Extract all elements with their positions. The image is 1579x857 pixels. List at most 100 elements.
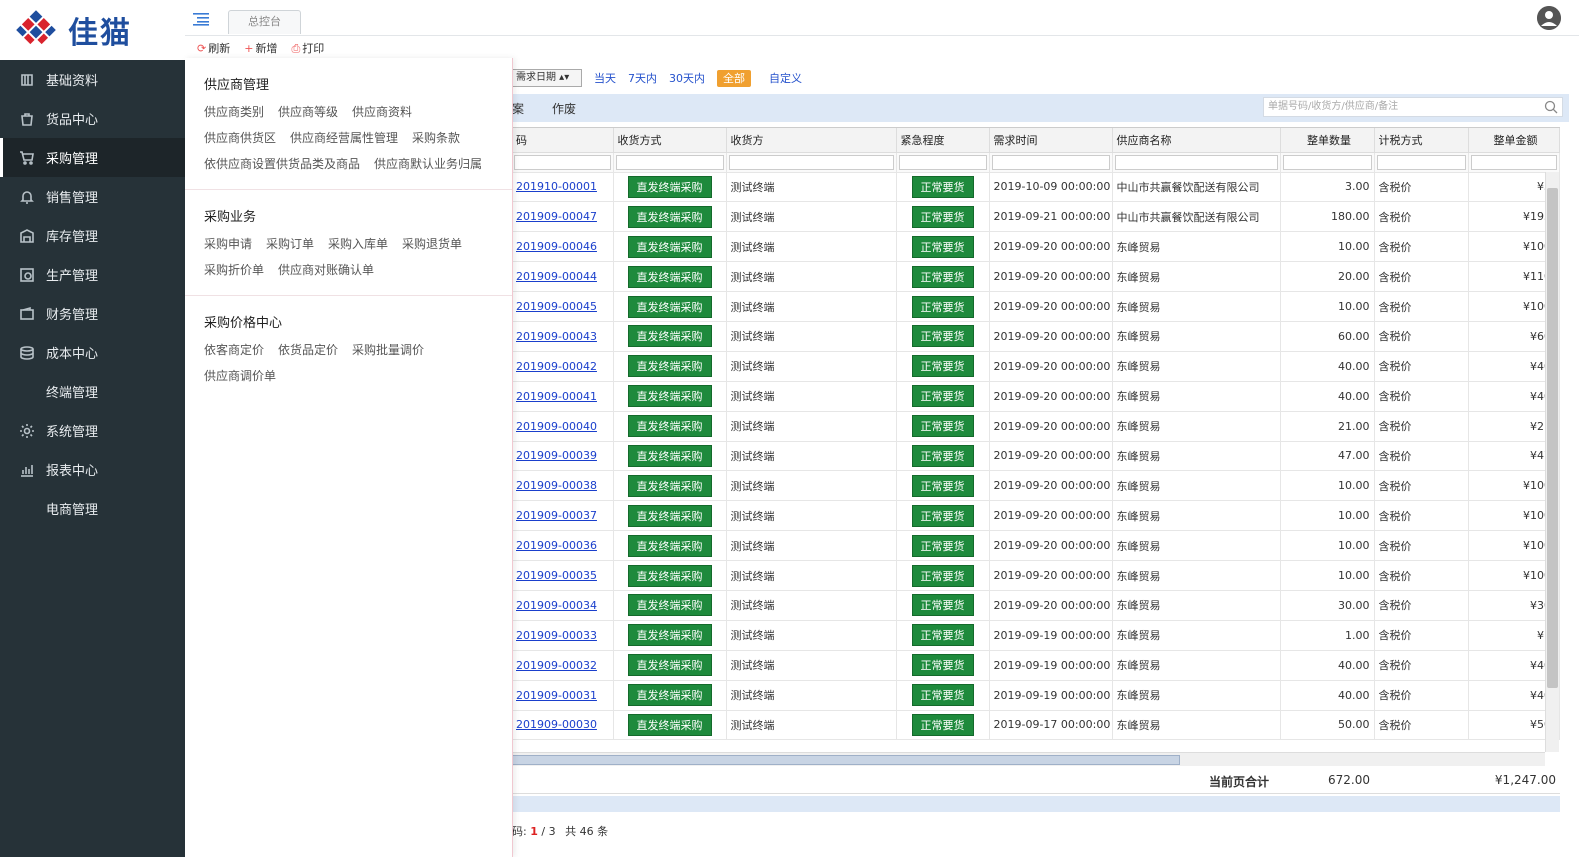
sidebar-item-6[interactable]: 生产管理: [0, 255, 185, 294]
table-row[interactable]: 201910-00001 直发终端采购 测试终端 正常要货 2019-10-09 00:…: [512, 172, 1560, 203]
order-code-link[interactable]: 201909-00037: [512, 500, 614, 532]
table-row[interactable]: 201909-00038 直发终端采购 测试终端 正常要货 2019-09-20 00:…: [512, 470, 1560, 502]
table-row[interactable]: 201909-00030 直发终端采购 测试终端 正常要货 2019-09-17 00:…: [512, 710, 1560, 741]
column-header[interactable]: 整单数量: [1280, 128, 1375, 153]
search-icon[interactable]: [1544, 100, 1558, 114]
sidebar-item-7[interactable]: 财务管理: [0, 294, 185, 333]
sidebar-item-11[interactable]: 报表中心: [0, 450, 185, 489]
menu-link[interactable]: 供应商供货区: [204, 127, 276, 149]
menu-link[interactable]: 采购折价单: [204, 259, 264, 281]
table-row[interactable]: 201909-00035 直发终端采购 测试终端 正常要货 2019-09-20 00:…: [512, 560, 1560, 591]
column-filter-input[interactable]: [1282, 154, 1372, 170]
column-filter-input[interactable]: [1114, 154, 1278, 170]
order-code-link[interactable]: 201909-00031: [512, 680, 614, 711]
sidebar-item-5[interactable]: 库存管理: [0, 216, 185, 255]
menu-link[interactable]: 采购条款: [412, 127, 460, 149]
menu-link[interactable]: 供应商资料: [352, 101, 412, 123]
vertical-scroll-thumb[interactable]: [1547, 188, 1558, 688]
order-code-link[interactable]: 201909-00045: [512, 291, 614, 322]
menu-link[interactable]: 供应商类别: [204, 101, 264, 123]
menu-link[interactable]: 采购订单: [266, 233, 314, 255]
order-code-link[interactable]: 201909-00043: [512, 321, 614, 352]
order-code-link[interactable]: 201909-00040: [512, 411, 614, 442]
quick-range-3[interactable]: 30天内: [669, 72, 705, 85]
table-row[interactable]: 201909-00033 直发终端采购 测试终端 正常要货 2019-09-19 00:…: [512, 620, 1560, 651]
order-code-link[interactable]: 201909-00044: [512, 261, 614, 293]
order-code-link[interactable]: 201909-00041: [512, 381, 614, 412]
table-row[interactable]: 201909-00040 直发终端采购 测试终端 正常要货 2019-09-20 00:…: [512, 411, 1560, 442]
sidebar-item-12[interactable]: 电商管理: [0, 489, 185, 528]
column-header[interactable]: 收货方: [726, 128, 897, 153]
menu-link[interactable]: 采购退货单: [402, 233, 462, 255]
print-button[interactable]: ⎙ 打印: [291, 40, 324, 58]
order-code-link[interactable]: 201909-00046: [512, 231, 614, 263]
table-row[interactable]: 201909-00031 直发终端采购 测试终端 正常要货 2019-09-19 00:…: [512, 680, 1560, 711]
order-code-link[interactable]: 201910-00001: [512, 172, 614, 203]
tab-void[interactable]: 作废: [552, 100, 576, 117]
search-input[interactable]: 单据号码/收货方/供应商/备注: [1263, 97, 1563, 117]
column-filter-input[interactable]: [728, 154, 894, 170]
table-row[interactable]: 201909-00032 直发终端采购 测试终端 正常要货 2019-09-19 00:…: [512, 650, 1560, 681]
order-code-link[interactable]: 201909-00039: [512, 441, 614, 472]
column-header[interactable]: 码: [512, 128, 614, 153]
quick-range-2[interactable]: 7天内: [628, 72, 657, 85]
menu-link[interactable]: 供应商对账确认单: [278, 259, 374, 281]
add-button[interactable]: + 新增: [244, 40, 277, 58]
table-row[interactable]: 201909-00036 直发终端采购 测试终端 正常要货 2019-09-20 00:…: [512, 530, 1560, 562]
menu-toggle-icon[interactable]: [193, 12, 209, 26]
column-filter-input[interactable]: [898, 154, 987, 170]
order-code-link[interactable]: 201909-00035: [512, 560, 614, 591]
column-header[interactable]: 紧急程度: [896, 128, 990, 153]
sidebar-item-1[interactable]: 基础资料: [0, 60, 185, 99]
order-code-link[interactable]: 201909-00032: [512, 650, 614, 681]
menu-link[interactable]: 采购申请: [204, 233, 252, 255]
tab-dashboard[interactable]: 总控台: [228, 10, 301, 34]
column-filter-input[interactable]: [615, 154, 724, 170]
column-header[interactable]: 需求时间: [989, 128, 1113, 153]
sidebar-item-9[interactable]: 终端管理: [0, 372, 185, 411]
sidebar-item-10[interactable]: 系统管理: [0, 411, 185, 450]
custom-range-link[interactable]: 自定义: [769, 70, 802, 86]
order-code-link[interactable]: 201909-00042: [512, 351, 614, 382]
column-filter-input[interactable]: [1470, 154, 1557, 170]
menu-link[interactable]: 依客商定价: [204, 339, 264, 361]
menu-link[interactable]: 供应商默认业务归属: [374, 153, 482, 175]
table-row[interactable]: 201909-00042 直发终端采购 测试终端 正常要货 2019-09-20 00:…: [512, 351, 1560, 382]
table-row[interactable]: 201909-00044 直发终端采购 测试终端 正常要货 2019-09-20 00:…: [512, 261, 1560, 293]
vertical-scrollbar[interactable]: [1545, 172, 1559, 752]
table-row[interactable]: 201909-00043 直发终端采购 测试终端 正常要货 2019-09-20 00:…: [512, 321, 1560, 352]
menu-link[interactable]: 供应商等级: [278, 101, 338, 123]
quick-range-1[interactable]: 当天: [594, 72, 616, 85]
table-row[interactable]: 201909-00041 直发终端采购 测试终端 正常要货 2019-09-20 00:…: [512, 381, 1560, 412]
user-avatar-icon[interactable]: [1537, 6, 1561, 30]
column-header[interactable]: 整单金额: [1468, 128, 1560, 153]
menu-link[interactable]: 依货品定价: [278, 339, 338, 361]
order-code-link[interactable]: 201909-00030: [512, 710, 614, 741]
date-field-select[interactable]: 需求日期 ▴▾: [512, 69, 582, 87]
column-filter-input[interactable]: [1376, 154, 1466, 170]
menu-link[interactable]: 采购批量调价: [352, 339, 424, 361]
table-row[interactable]: 201909-00047 直发终端采购 测试终端 正常要货 2019-09-21 00:…: [512, 201, 1560, 233]
menu-link[interactable]: 采购入库单: [328, 233, 388, 255]
column-header[interactable]: 收货方式: [613, 128, 727, 153]
horizontal-scrollbar[interactable]: [512, 752, 1545, 766]
order-code-link[interactable]: 201909-00036: [512, 530, 614, 562]
sidebar-item-4[interactable]: 销售管理: [0, 177, 185, 216]
column-header[interactable]: 计税方式: [1374, 128, 1469, 153]
horizontal-scroll-thumb[interactable]: [512, 755, 1180, 765]
pager-current[interactable]: 1: [530, 825, 538, 838]
order-code-link[interactable]: 201909-00033: [512, 620, 614, 651]
table-row[interactable]: 201909-00046 直发终端采购 测试终端 正常要货 2019-09-20 00:…: [512, 231, 1560, 263]
sidebar-item-2[interactable]: 货品中心: [0, 99, 185, 138]
menu-link[interactable]: 依供应商设置供货品类及商品: [204, 153, 360, 175]
sidebar-item-8[interactable]: 成本中心: [0, 333, 185, 372]
sidebar-item-3[interactable]: 采购管理: [0, 138, 185, 177]
order-code-link[interactable]: 201909-00038: [512, 470, 614, 502]
menu-link[interactable]: 供应商调价单: [204, 365, 276, 387]
refresh-button[interactable]: ⟳ 刷新: [197, 40, 230, 58]
order-code-link[interactable]: 201909-00047: [512, 201, 614, 233]
column-filter-input[interactable]: [514, 154, 611, 170]
menu-link[interactable]: 供应商经营属性管理: [290, 127, 398, 149]
table-row[interactable]: 201909-00039 直发终端采购 测试终端 正常要货 2019-09-20 00:…: [512, 441, 1560, 472]
column-header[interactable]: 供应商名称: [1112, 128, 1281, 153]
